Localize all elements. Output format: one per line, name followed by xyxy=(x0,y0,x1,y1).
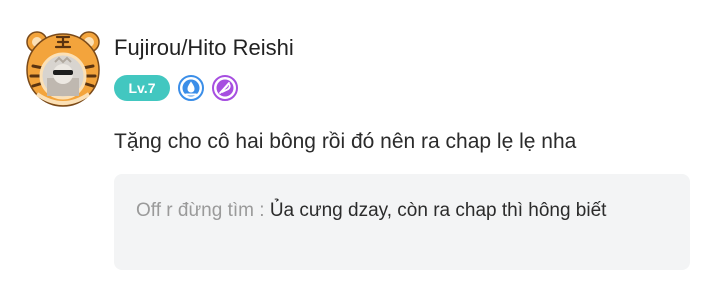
reply-author[interactable]: Off r đừng tìm : xyxy=(136,200,265,221)
comment-card: Fujirou/Hito Reishi Lv.7 Tặng cho cô hai… xyxy=(0,0,719,286)
user-avatar[interactable] xyxy=(23,28,103,108)
reply-box[interactable]: Off r đừng tìm : Ủa cưng dzay, còn ra ch… xyxy=(114,174,690,270)
username[interactable]: Fujirou/Hito Reishi xyxy=(114,35,294,61)
feather-pen-badge-icon xyxy=(212,75,238,101)
level-badge: Lv.7 xyxy=(114,75,170,101)
reply-text: Ủa cưng dzay, còn ra chap thì hông biết xyxy=(269,200,607,221)
comment-text: Tặng cho cô hai bông rồi đó nên ra chap … xyxy=(114,130,577,153)
tiger-hat-avatar-icon xyxy=(26,31,100,107)
water-drop-badge-icon xyxy=(178,75,204,101)
user-badges: Lv.7 xyxy=(114,74,238,102)
